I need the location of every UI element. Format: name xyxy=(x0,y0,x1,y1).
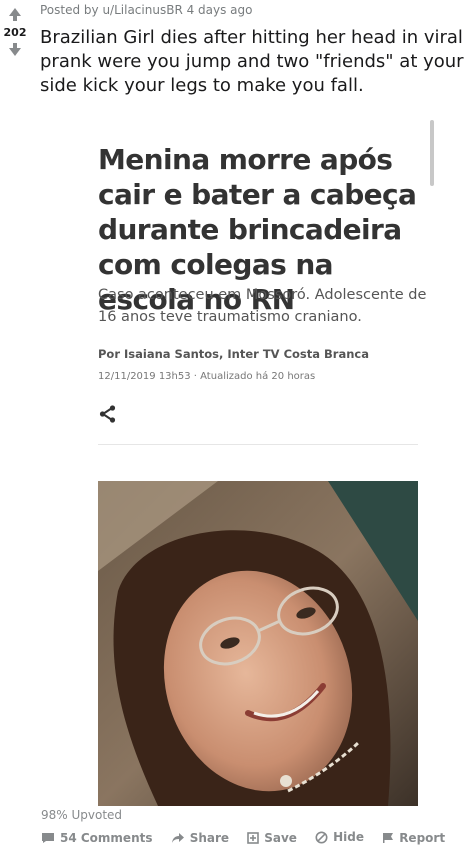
article-image[interactable]: Menina morre após cair e bater a cabeça … xyxy=(80,120,440,806)
scrollbar[interactable] xyxy=(430,120,434,186)
upvote-button[interactable] xyxy=(0,8,30,21)
article-subhead: Caso aconteceu em Mossoró. Adolescente d… xyxy=(98,287,427,325)
comments-button[interactable]: 54 Comments xyxy=(41,831,153,845)
post-meta[interactable]: Posted by u/LilacinusBR 4 days ago xyxy=(40,3,253,17)
hide-button[interactable]: Hide xyxy=(315,830,364,844)
report-button[interactable]: Report xyxy=(382,831,445,845)
comment-icon xyxy=(42,832,54,843)
vote-column: 202 xyxy=(0,4,30,56)
post-actions: 54 Comments Share Save Hide Report xyxy=(41,830,459,847)
upvote-arrow-icon xyxy=(9,8,21,16)
share-button[interactable]: Share xyxy=(171,831,229,845)
downvote-button[interactable] xyxy=(0,43,30,56)
save-button[interactable]: Save xyxy=(247,831,297,845)
downvote-arrow-icon xyxy=(9,48,21,56)
flag-icon xyxy=(383,832,394,843)
article-byline: Por Isaiana Santos, Inter TV Costa Branc… xyxy=(98,347,369,361)
share-icon[interactable] xyxy=(98,404,118,424)
save-icon xyxy=(247,831,260,844)
hide-icon xyxy=(315,831,328,843)
upvote-percentage: 98% Upvoted xyxy=(41,808,123,822)
divider xyxy=(98,444,418,445)
post-title[interactable]: Brazilian Girl dies after hitting her he… xyxy=(40,26,465,98)
article-dateline: 12/11/2019 13h53 · Atualizado há 20 hora… xyxy=(98,371,316,382)
share-arrow-icon xyxy=(171,832,184,843)
article-photo xyxy=(98,481,418,806)
post-score: 202 xyxy=(3,26,27,39)
